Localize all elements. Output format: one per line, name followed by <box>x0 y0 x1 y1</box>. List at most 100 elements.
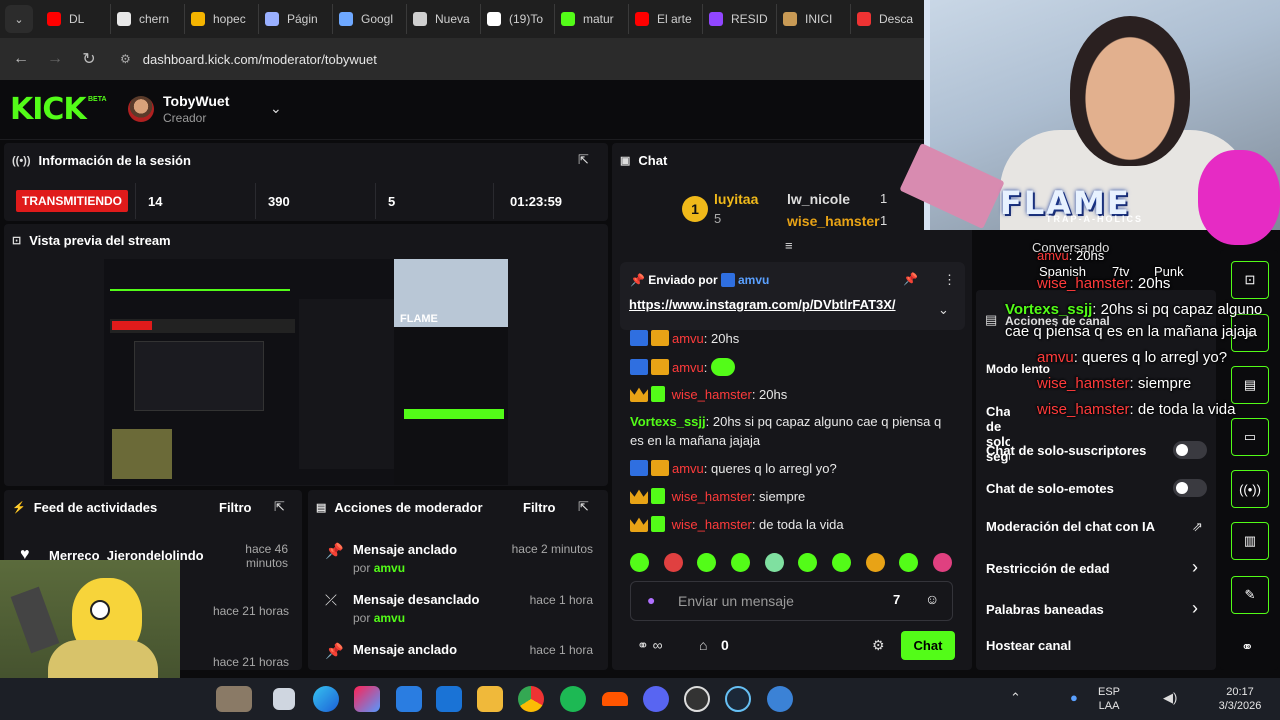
emote-icon[interactable] <box>663 553 683 572</box>
browser-tab[interactable]: Págin <box>259 4 333 34</box>
gift-icon[interactable]: ⌂ <box>699 637 707 653</box>
top-gifter-name[interactable]: wise_hamster <box>787 213 880 229</box>
kick-logo[interactable]: KICK <box>10 92 87 127</box>
microphone-icon[interactable]: ● <box>647 592 655 608</box>
layout-icon[interactable]: ▥ <box>1231 522 1269 560</box>
spotify-icon[interactable] <box>560 686 586 712</box>
chevron-right-icon[interactable]: › <box>1192 598 1198 619</box>
expand-icon[interactable]: ⇱ <box>578 499 589 515</box>
url-field[interactable]: ⚙ dashboard.kick.com/moderator/tobywuet <box>120 43 920 75</box>
host-channel-label[interactable]: Hostear canal <box>986 638 1071 653</box>
camera-icon[interactable]: ⊡ <box>1231 261 1269 299</box>
status-badge: TRANSMITIENDO <box>16 190 128 212</box>
pinned-link[interactable]: https://www.instagram.com/p/DVbtlrFAT3X/ <box>629 297 896 312</box>
browser-tab[interactable]: INICI <box>777 4 851 34</box>
emote-icon[interactable] <box>630 553 649 572</box>
qbittorrent-icon[interactable] <box>767 686 793 712</box>
stream-preview-video[interactable]: FLAME <box>104 259 508 485</box>
browser-tab[interactable]: DL <box>41 4 111 34</box>
send-chat-button[interactable]: Chat <box>901 631 955 660</box>
clock[interactable]: 20:17 3/3/2026 <box>1214 685 1266 713</box>
session-info-title: ((•)) Información de la sesión <box>12 153 191 168</box>
chat-message: wise_hamster: 20hs <box>630 386 787 402</box>
unpin-button[interactable]: 📌 <box>903 272 918 286</box>
ai-moderation-label[interactable]: Moderación del chat con IA <box>986 519 1155 534</box>
browser-tab[interactable]: (19)To <box>481 4 555 34</box>
steam-icon[interactable] <box>725 686 751 712</box>
browser-tab[interactable]: Nueva <box>407 4 481 34</box>
feed-filter-button[interactable]: Filtro <box>219 500 252 515</box>
chat-message: amvu: queres q lo arregl yo? <box>630 460 837 476</box>
broadcast-icon[interactable]: ((•)) <box>1231 470 1269 508</box>
browser-tab[interactable]: matur <box>555 4 629 34</box>
taskview-icon[interactable] <box>273 688 295 710</box>
subscribers-only-toggle[interactable] <box>1173 441 1207 459</box>
emote-icon[interactable] <box>730 553 750 572</box>
user-limit-icon[interactable]: ⚭ ∞ <box>637 637 663 654</box>
emote-icon[interactable] <box>798 553 818 572</box>
webcam-face <box>1070 16 1190 166</box>
emote-icon[interactable] <box>697 553 717 572</box>
keyboard-language[interactable]: ESP LAA <box>1098 685 1120 713</box>
chrome-icon[interactable] <box>518 686 544 712</box>
browser-tab[interactable]: Googl <box>333 4 407 34</box>
emote-icon[interactable] <box>899 553 919 572</box>
age-restriction-label[interactable]: Restricción de edad <box>986 561 1110 576</box>
emote-icon[interactable] <box>865 553 885 572</box>
wrench-icon[interactable]: ✎ <box>1231 576 1269 614</box>
gt-icon <box>857 12 871 26</box>
feed-item-time: hace 21 horas <box>212 655 289 669</box>
chat-input[interactable]: ● Enviar un mensaje 7 ☺ <box>630 581 953 621</box>
outlook-icon[interactable] <box>436 686 462 712</box>
app-icon[interactable] <box>216 686 252 712</box>
avatar[interactable] <box>128 96 154 122</box>
emote-icon[interactable] <box>764 553 784 572</box>
chat-input-placeholder: Enviar un mensaje <box>678 593 794 609</box>
more-icon[interactable]: ⋮ <box>943 272 956 288</box>
edge-icon[interactable] <box>313 686 339 712</box>
emote-icon[interactable] <box>932 553 952 572</box>
feed-item-time: hace 46 minutos <box>245 542 288 570</box>
browser-tab-label: RESID <box>731 12 768 26</box>
volume-icon[interactable]: ◀) <box>1163 690 1177 706</box>
soundcloud-icon[interactable] <box>602 692 628 706</box>
chevron-down-icon[interactable]: ⌄ <box>938 302 949 318</box>
copilot-icon[interactable] <box>354 686 380 712</box>
chevron-down-icon[interactable]: ⌄ <box>270 100 282 117</box>
settings-icon[interactable]: ⚙ <box>872 637 885 654</box>
obs-icon[interactable] <box>684 686 710 712</box>
banned-words-label[interactable]: Palabras baneadas <box>986 602 1104 617</box>
mod-filter-button[interactable]: Filtro <box>523 500 556 515</box>
chat-bubble-icon[interactable]: ▭ <box>1231 418 1269 456</box>
emotes-only-toggle[interactable] <box>1173 479 1207 497</box>
tab-search-button[interactable]: ⌄ <box>5 5 33 33</box>
explorer-icon[interactable] <box>477 686 503 712</box>
browser-tab[interactable]: hopec <box>185 4 259 34</box>
browser-tab[interactable]: RESID <box>703 4 777 34</box>
chevron-up-icon[interactable]: ⌃ <box>1010 690 1021 706</box>
forward-button[interactable]: → <box>38 42 72 76</box>
back-button[interactable]: ← <box>4 42 38 76</box>
notes-icon[interactable]: ▤ <box>1231 366 1269 404</box>
expand-icon[interactable]: ⇱ <box>578 152 589 168</box>
browser-tab[interactable]: El arte <box>629 4 703 34</box>
channel-name[interactable]: TobyWuet <box>163 93 229 109</box>
discord-icon[interactable] <box>643 686 669 712</box>
microphone-icon[interactable]: ● <box>1070 690 1078 705</box>
browser-tab[interactable]: chern <box>111 4 185 34</box>
top-gifter-name[interactable]: lw_nicole <box>787 191 850 207</box>
collapse-icon[interactable]: ≡ <box>785 238 793 253</box>
reload-button[interactable]: ↻ <box>72 42 106 76</box>
store-icon[interactable] <box>396 686 422 712</box>
expand-icon[interactable]: ⇱ <box>274 499 285 515</box>
emote-icon[interactable] <box>831 553 851 572</box>
site-info-icon[interactable]: ⚙ <box>120 52 131 66</box>
seventv-icon[interactable]: 7 <box>893 592 900 607</box>
chevron-right-icon[interactable]: › <box>1192 557 1198 578</box>
pinned-message[interactable]: 📌 Enviado por amvu 📌 ⋮ https://www.insta… <box>620 262 965 330</box>
browser-tab[interactable]: Desca <box>851 4 925 34</box>
top-gifter-name[interactable]: luyitaa <box>714 191 758 207</box>
external-link-icon[interactable]: ⇗ <box>1192 519 1203 535</box>
emoji-icon[interactable]: ☺ <box>925 591 939 607</box>
share-icon[interactable]: ⚭ <box>1241 638 1254 656</box>
